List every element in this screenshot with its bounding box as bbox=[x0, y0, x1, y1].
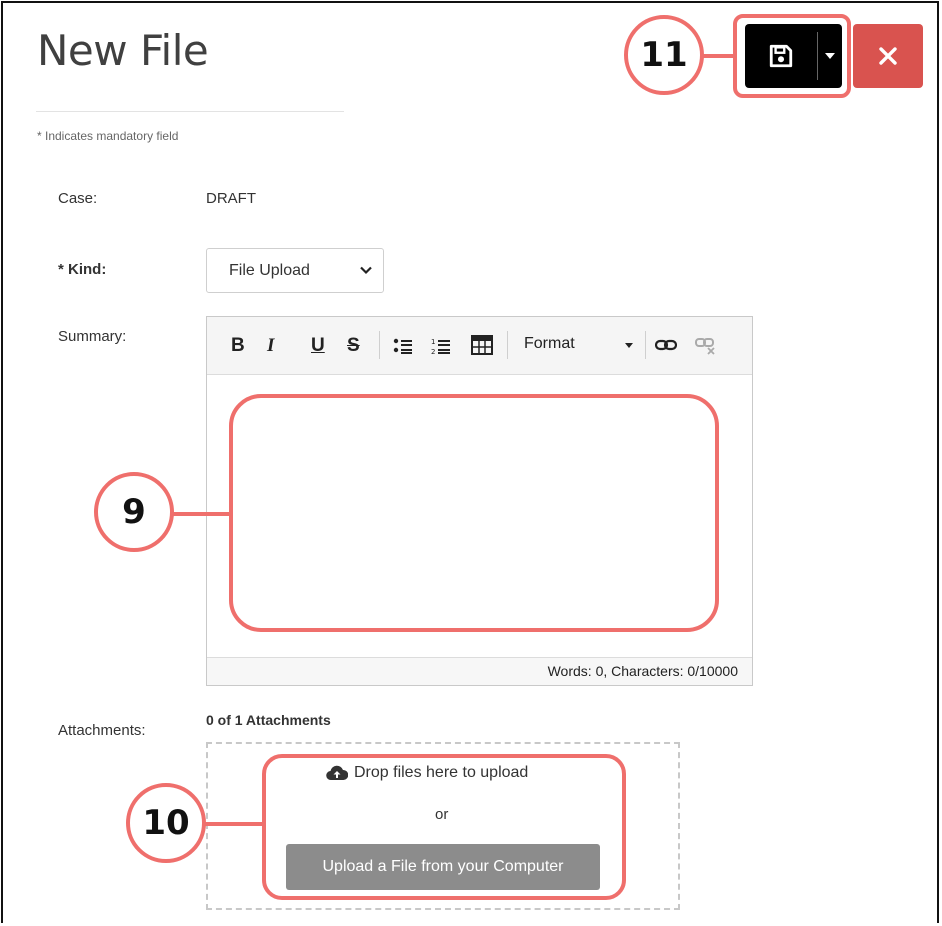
attachments-label: Attachments: bbox=[58, 722, 146, 739]
word-count-status: Words: 0, Characters: 0/10000 bbox=[207, 657, 752, 685]
callout-number-9: 9 bbox=[94, 472, 174, 552]
page-title: New File bbox=[37, 26, 209, 75]
callout-highlight-save bbox=[733, 14, 851, 98]
case-label: Case: bbox=[58, 190, 98, 207]
case-value: DRAFT bbox=[206, 190, 256, 207]
toolbar-separator bbox=[645, 331, 646, 359]
strikethrough-button[interactable]: S bbox=[347, 334, 360, 358]
underline-button[interactable]: U bbox=[311, 334, 325, 358]
unlink-icon[interactable] bbox=[695, 337, 717, 355]
callout-number-11: 11 bbox=[624, 15, 704, 95]
close-button[interactable] bbox=[853, 24, 923, 88]
close-icon bbox=[879, 47, 897, 65]
kind-select[interactable]: File Upload bbox=[206, 248, 384, 293]
callout-number-10: 10 bbox=[126, 783, 206, 863]
svg-text:1: 1 bbox=[431, 338, 435, 346]
callout-highlight-attachments bbox=[262, 754, 626, 900]
link-icon[interactable] bbox=[655, 337, 677, 353]
numbered-list-icon[interactable]: 1 2 bbox=[431, 336, 451, 356]
callout-connector bbox=[702, 54, 735, 58]
toolbar-separator bbox=[379, 331, 380, 359]
chevron-down-icon bbox=[360, 266, 372, 275]
kind-label: * Kind: bbox=[58, 261, 107, 278]
table-icon[interactable] bbox=[471, 335, 493, 355]
title-divider bbox=[36, 111, 344, 112]
editor-toolbar: B I U S 1 2 Format bbox=[207, 317, 752, 375]
italic-button[interactable]: I bbox=[267, 334, 274, 358]
callout-connector bbox=[172, 512, 232, 516]
kind-select-value: File Upload bbox=[229, 261, 310, 279]
bulleted-list-icon[interactable] bbox=[393, 336, 413, 356]
callout-highlight-summary bbox=[229, 394, 719, 632]
mandatory-note: * Indicates mandatory field bbox=[37, 129, 179, 143]
svg-text:2: 2 bbox=[431, 348, 435, 356]
callout-connector bbox=[202, 822, 264, 826]
format-caret-icon bbox=[625, 343, 633, 348]
toolbar-separator bbox=[507, 331, 508, 359]
summary-label: Summary: bbox=[58, 328, 127, 345]
bold-button[interactable]: B bbox=[231, 334, 245, 358]
format-dropdown[interactable]: Format bbox=[524, 335, 575, 353]
attachment-count: 0 of 1 Attachments bbox=[206, 712, 331, 728]
